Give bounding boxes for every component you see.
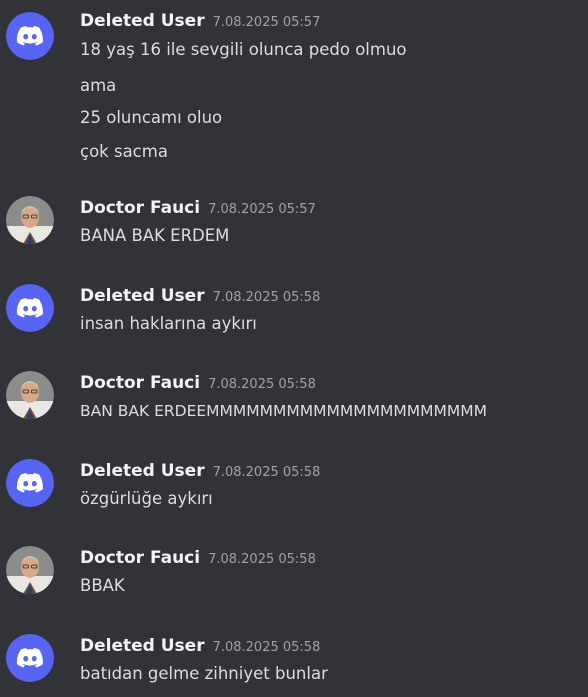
- message-text: insan haklarına aykırı: [80, 314, 257, 333]
- avatar[interactable]: [6, 634, 54, 682]
- timestamp[interactable]: 7.08.2025 05:58: [213, 290, 321, 305]
- message-header: Deleted User 7.08.2025 05:58: [80, 283, 320, 311]
- timestamp[interactable]: 7.08.2025 05:57: [213, 15, 321, 30]
- message-header: Deleted User 7.08.2025 05:58: [80, 633, 320, 661]
- message-header: Doctor Fauci 7.08.2025 05:58: [80, 545, 316, 573]
- author-name[interactable]: Doctor Fauci: [80, 198, 200, 218]
- message-text: özgürlüğe aykırı: [80, 489, 213, 508]
- author-name[interactable]: Doctor Fauci: [80, 373, 200, 393]
- avatar[interactable]: [6, 196, 54, 244]
- message-text: 25 oluncamı oluo: [80, 108, 223, 127]
- message-text: BAN BAK ERDEEMMMMMMMMMMMMMMMMMMMMM: [80, 402, 488, 420]
- avatar[interactable]: [6, 546, 54, 594]
- message-text: 18 yaş 16 ile sevgili olunca pedo olmuo: [80, 40, 407, 59]
- author-name[interactable]: Deleted User: [80, 636, 205, 656]
- user-photo-avatar: [6, 196, 54, 244]
- timestamp[interactable]: 7.08.2025 05:58: [213, 465, 321, 480]
- message-text: BBAK: [80, 576, 125, 595]
- discord-logo-icon: [6, 459, 54, 507]
- message-header: Deleted User 7.08.2025 05:58: [80, 458, 320, 486]
- author-name[interactable]: Deleted User: [80, 286, 205, 306]
- avatar[interactable]: [6, 12, 54, 60]
- timestamp[interactable]: 7.08.2025 05:57: [208, 202, 316, 217]
- message-header: Doctor Fauci 7.08.2025 05:58: [80, 370, 316, 398]
- discord-logo-icon: [6, 284, 54, 332]
- message-text: çok sacma: [80, 142, 168, 161]
- avatar[interactable]: [6, 284, 54, 332]
- avatar[interactable]: [6, 459, 54, 507]
- author-name[interactable]: Deleted User: [80, 11, 205, 31]
- timestamp[interactable]: 7.08.2025 05:58: [213, 640, 321, 655]
- message-text: BANA BAK ERDEM: [80, 226, 230, 245]
- avatar[interactable]: [6, 371, 54, 419]
- discord-logo-icon: [6, 12, 54, 60]
- user-photo-avatar: [6, 371, 54, 419]
- author-name[interactable]: Deleted User: [80, 461, 205, 481]
- timestamp[interactable]: 7.08.2025 05:58: [208, 552, 316, 567]
- message-header: Deleted User 7.08.2025 05:57: [80, 8, 320, 36]
- discord-logo-icon: [6, 634, 54, 682]
- chat-message-list: Deleted User 7.08.2025 05:57 18 yaş 16 il…: [0, 0, 588, 697]
- user-photo-avatar: [6, 546, 54, 594]
- message-header: Doctor Fauci 7.08.2025 05:57: [80, 195, 316, 223]
- message-text: ama: [80, 76, 117, 95]
- timestamp[interactable]: 7.08.2025 05:58: [208, 377, 316, 392]
- message-text: batıdan gelme zihniyet bunlar: [80, 664, 328, 683]
- author-name[interactable]: Doctor Fauci: [80, 548, 200, 568]
